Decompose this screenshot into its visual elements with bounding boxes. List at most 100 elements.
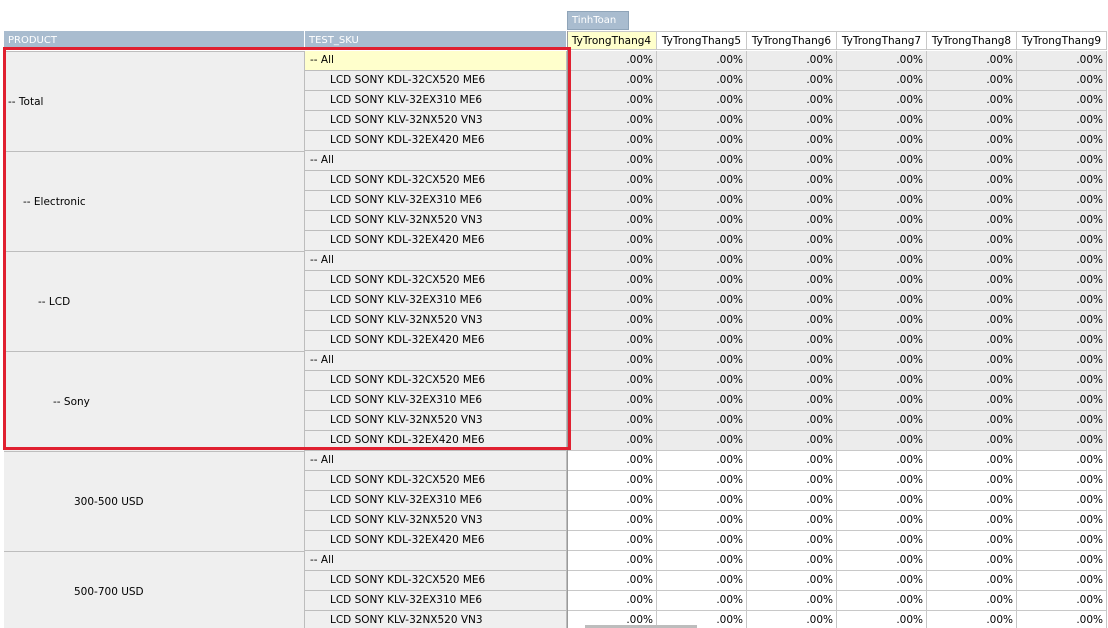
sku-item-cell[interactable]: LCD SONY KDL-32CX520 ME6 bbox=[305, 571, 567, 591]
value-cell[interactable]: .00% bbox=[747, 211, 837, 231]
value-cell[interactable]: .00% bbox=[1017, 191, 1107, 211]
value-cell[interactable]: .00% bbox=[1017, 111, 1107, 131]
value-cell[interactable]: .00% bbox=[657, 591, 747, 611]
value-cell[interactable]: .00% bbox=[837, 411, 927, 431]
value-cell[interactable]: .00% bbox=[837, 271, 927, 291]
value-cell[interactable]: .00% bbox=[1017, 571, 1107, 591]
value-cell[interactable]: .00% bbox=[1017, 51, 1107, 71]
value-cell[interactable]: .00% bbox=[657, 571, 747, 591]
value-cell[interactable]: .00% bbox=[657, 491, 747, 511]
value-cell[interactable]: .00% bbox=[837, 511, 927, 531]
value-cell[interactable]: .00% bbox=[567, 211, 657, 231]
sku-item-cell[interactable]: LCD SONY KDL-32CX520 ME6 bbox=[305, 371, 567, 391]
value-cell[interactable]: .00% bbox=[1017, 171, 1107, 191]
value-cell[interactable]: .00% bbox=[927, 251, 1017, 271]
value-cell[interactable]: .00% bbox=[927, 271, 1017, 291]
value-cell[interactable]: .00% bbox=[747, 391, 837, 411]
value-cell[interactable]: .00% bbox=[1017, 551, 1107, 571]
value-cell[interactable]: .00% bbox=[567, 131, 657, 151]
value-cell[interactable]: .00% bbox=[657, 191, 747, 211]
sku-item-cell[interactable]: LCD SONY KLV-32NX520 VN3 bbox=[305, 511, 567, 531]
value-cell[interactable]: .00% bbox=[927, 491, 1017, 511]
value-cell[interactable]: .00% bbox=[927, 451, 1017, 471]
sku-item-cell[interactable]: LCD SONY KLV-32EX310 ME6 bbox=[305, 291, 567, 311]
value-cell[interactable]: .00% bbox=[837, 611, 927, 628]
value-cell[interactable]: .00% bbox=[567, 71, 657, 91]
value-cell[interactable]: .00% bbox=[657, 271, 747, 291]
value-cell[interactable]: .00% bbox=[567, 411, 657, 431]
sku-all-cell[interactable]: -- All bbox=[305, 51, 567, 71]
value-cell[interactable]: .00% bbox=[1017, 511, 1107, 531]
sku-item-cell[interactable]: LCD SONY KLV-32EX310 ME6 bbox=[305, 591, 567, 611]
value-cell[interactable]: .00% bbox=[1017, 531, 1107, 551]
value-cell[interactable]: .00% bbox=[657, 231, 747, 251]
value-cell[interactable]: .00% bbox=[927, 411, 1017, 431]
measure-column-header[interactable]: TyTrongThang9 bbox=[1017, 31, 1107, 50]
value-cell[interactable]: .00% bbox=[567, 51, 657, 71]
sku-item-cell[interactable]: LCD SONY KLV-32EX310 ME6 bbox=[305, 191, 567, 211]
value-cell[interactable]: .00% bbox=[837, 171, 927, 191]
value-cell[interactable]: .00% bbox=[837, 471, 927, 491]
value-cell[interactable]: .00% bbox=[1017, 251, 1107, 271]
value-cell[interactable]: .00% bbox=[567, 271, 657, 291]
value-cell[interactable]: .00% bbox=[1017, 491, 1107, 511]
value-cell[interactable]: .00% bbox=[927, 51, 1017, 71]
value-cell[interactable]: .00% bbox=[747, 491, 837, 511]
measure-column-header[interactable]: TyTrongThang5 bbox=[657, 31, 747, 50]
value-cell[interactable]: .00% bbox=[1017, 411, 1107, 431]
value-cell[interactable]: .00% bbox=[567, 251, 657, 271]
value-cell[interactable]: .00% bbox=[837, 371, 927, 391]
value-cell[interactable]: .00% bbox=[837, 131, 927, 151]
value-cell[interactable]: .00% bbox=[567, 391, 657, 411]
sku-all-cell[interactable]: -- All bbox=[305, 451, 567, 471]
value-cell[interactable]: .00% bbox=[927, 351, 1017, 371]
value-cell[interactable]: .00% bbox=[747, 411, 837, 431]
value-cell[interactable]: .00% bbox=[567, 171, 657, 191]
value-cell[interactable]: .00% bbox=[567, 591, 657, 611]
value-cell[interactable]: .00% bbox=[747, 471, 837, 491]
value-cell[interactable]: .00% bbox=[747, 351, 837, 371]
value-cell[interactable]: .00% bbox=[657, 291, 747, 311]
value-cell[interactable]: .00% bbox=[567, 91, 657, 111]
sku-column-header[interactable]: TEST_SKU bbox=[305, 31, 567, 50]
value-cell[interactable]: .00% bbox=[837, 151, 927, 171]
value-cell[interactable]: .00% bbox=[567, 451, 657, 471]
value-cell[interactable]: .00% bbox=[747, 291, 837, 311]
value-cell[interactable]: .00% bbox=[567, 111, 657, 131]
value-cell[interactable]: .00% bbox=[747, 231, 837, 251]
value-cell[interactable]: .00% bbox=[657, 131, 747, 151]
product-group-cell[interactable]: 300-500 USD bbox=[4, 451, 305, 551]
value-cell[interactable]: .00% bbox=[927, 191, 1017, 211]
value-cell[interactable]: .00% bbox=[567, 551, 657, 571]
sku-item-cell[interactable]: LCD SONY KDL-32EX420 ME6 bbox=[305, 231, 567, 251]
value-cell[interactable]: .00% bbox=[837, 251, 927, 271]
value-cell[interactable]: .00% bbox=[837, 391, 927, 411]
measure-column-header[interactable]: TyTrongThang7 bbox=[837, 31, 927, 50]
value-cell[interactable]: .00% bbox=[837, 71, 927, 91]
value-cell[interactable]: .00% bbox=[837, 551, 927, 571]
value-cell[interactable]: .00% bbox=[567, 371, 657, 391]
value-cell[interactable]: .00% bbox=[1017, 391, 1107, 411]
value-cell[interactable]: .00% bbox=[927, 371, 1017, 391]
sku-item-cell[interactable]: LCD SONY KDL-32CX520 ME6 bbox=[305, 71, 567, 91]
value-cell[interactable]: .00% bbox=[927, 111, 1017, 131]
value-cell[interactable]: .00% bbox=[927, 171, 1017, 191]
value-cell[interactable]: .00% bbox=[927, 311, 1017, 331]
value-cell[interactable]: .00% bbox=[1017, 71, 1107, 91]
value-cell[interactable]: .00% bbox=[567, 491, 657, 511]
sku-item-cell[interactable]: LCD SONY KLV-32NX520 VN3 bbox=[305, 411, 567, 431]
value-cell[interactable]: .00% bbox=[837, 571, 927, 591]
value-cell[interactable]: .00% bbox=[837, 591, 927, 611]
value-cell[interactable]: .00% bbox=[837, 91, 927, 111]
value-cell[interactable]: .00% bbox=[927, 551, 1017, 571]
value-cell[interactable]: .00% bbox=[657, 471, 747, 491]
sku-item-cell[interactable]: LCD SONY KLV-32NX520 VN3 bbox=[305, 311, 567, 331]
value-cell[interactable]: .00% bbox=[747, 531, 837, 551]
value-cell[interactable]: .00% bbox=[657, 171, 747, 191]
sku-item-cell[interactable]: LCD SONY KDL-32CX520 ME6 bbox=[305, 471, 567, 491]
sku-item-cell[interactable]: LCD SONY KDL-32CX520 ME6 bbox=[305, 171, 567, 191]
value-cell[interactable]: .00% bbox=[1017, 271, 1107, 291]
product-group-cell[interactable]: -- Sony bbox=[4, 351, 305, 451]
value-cell[interactable]: .00% bbox=[927, 91, 1017, 111]
value-cell[interactable]: .00% bbox=[1017, 371, 1107, 391]
